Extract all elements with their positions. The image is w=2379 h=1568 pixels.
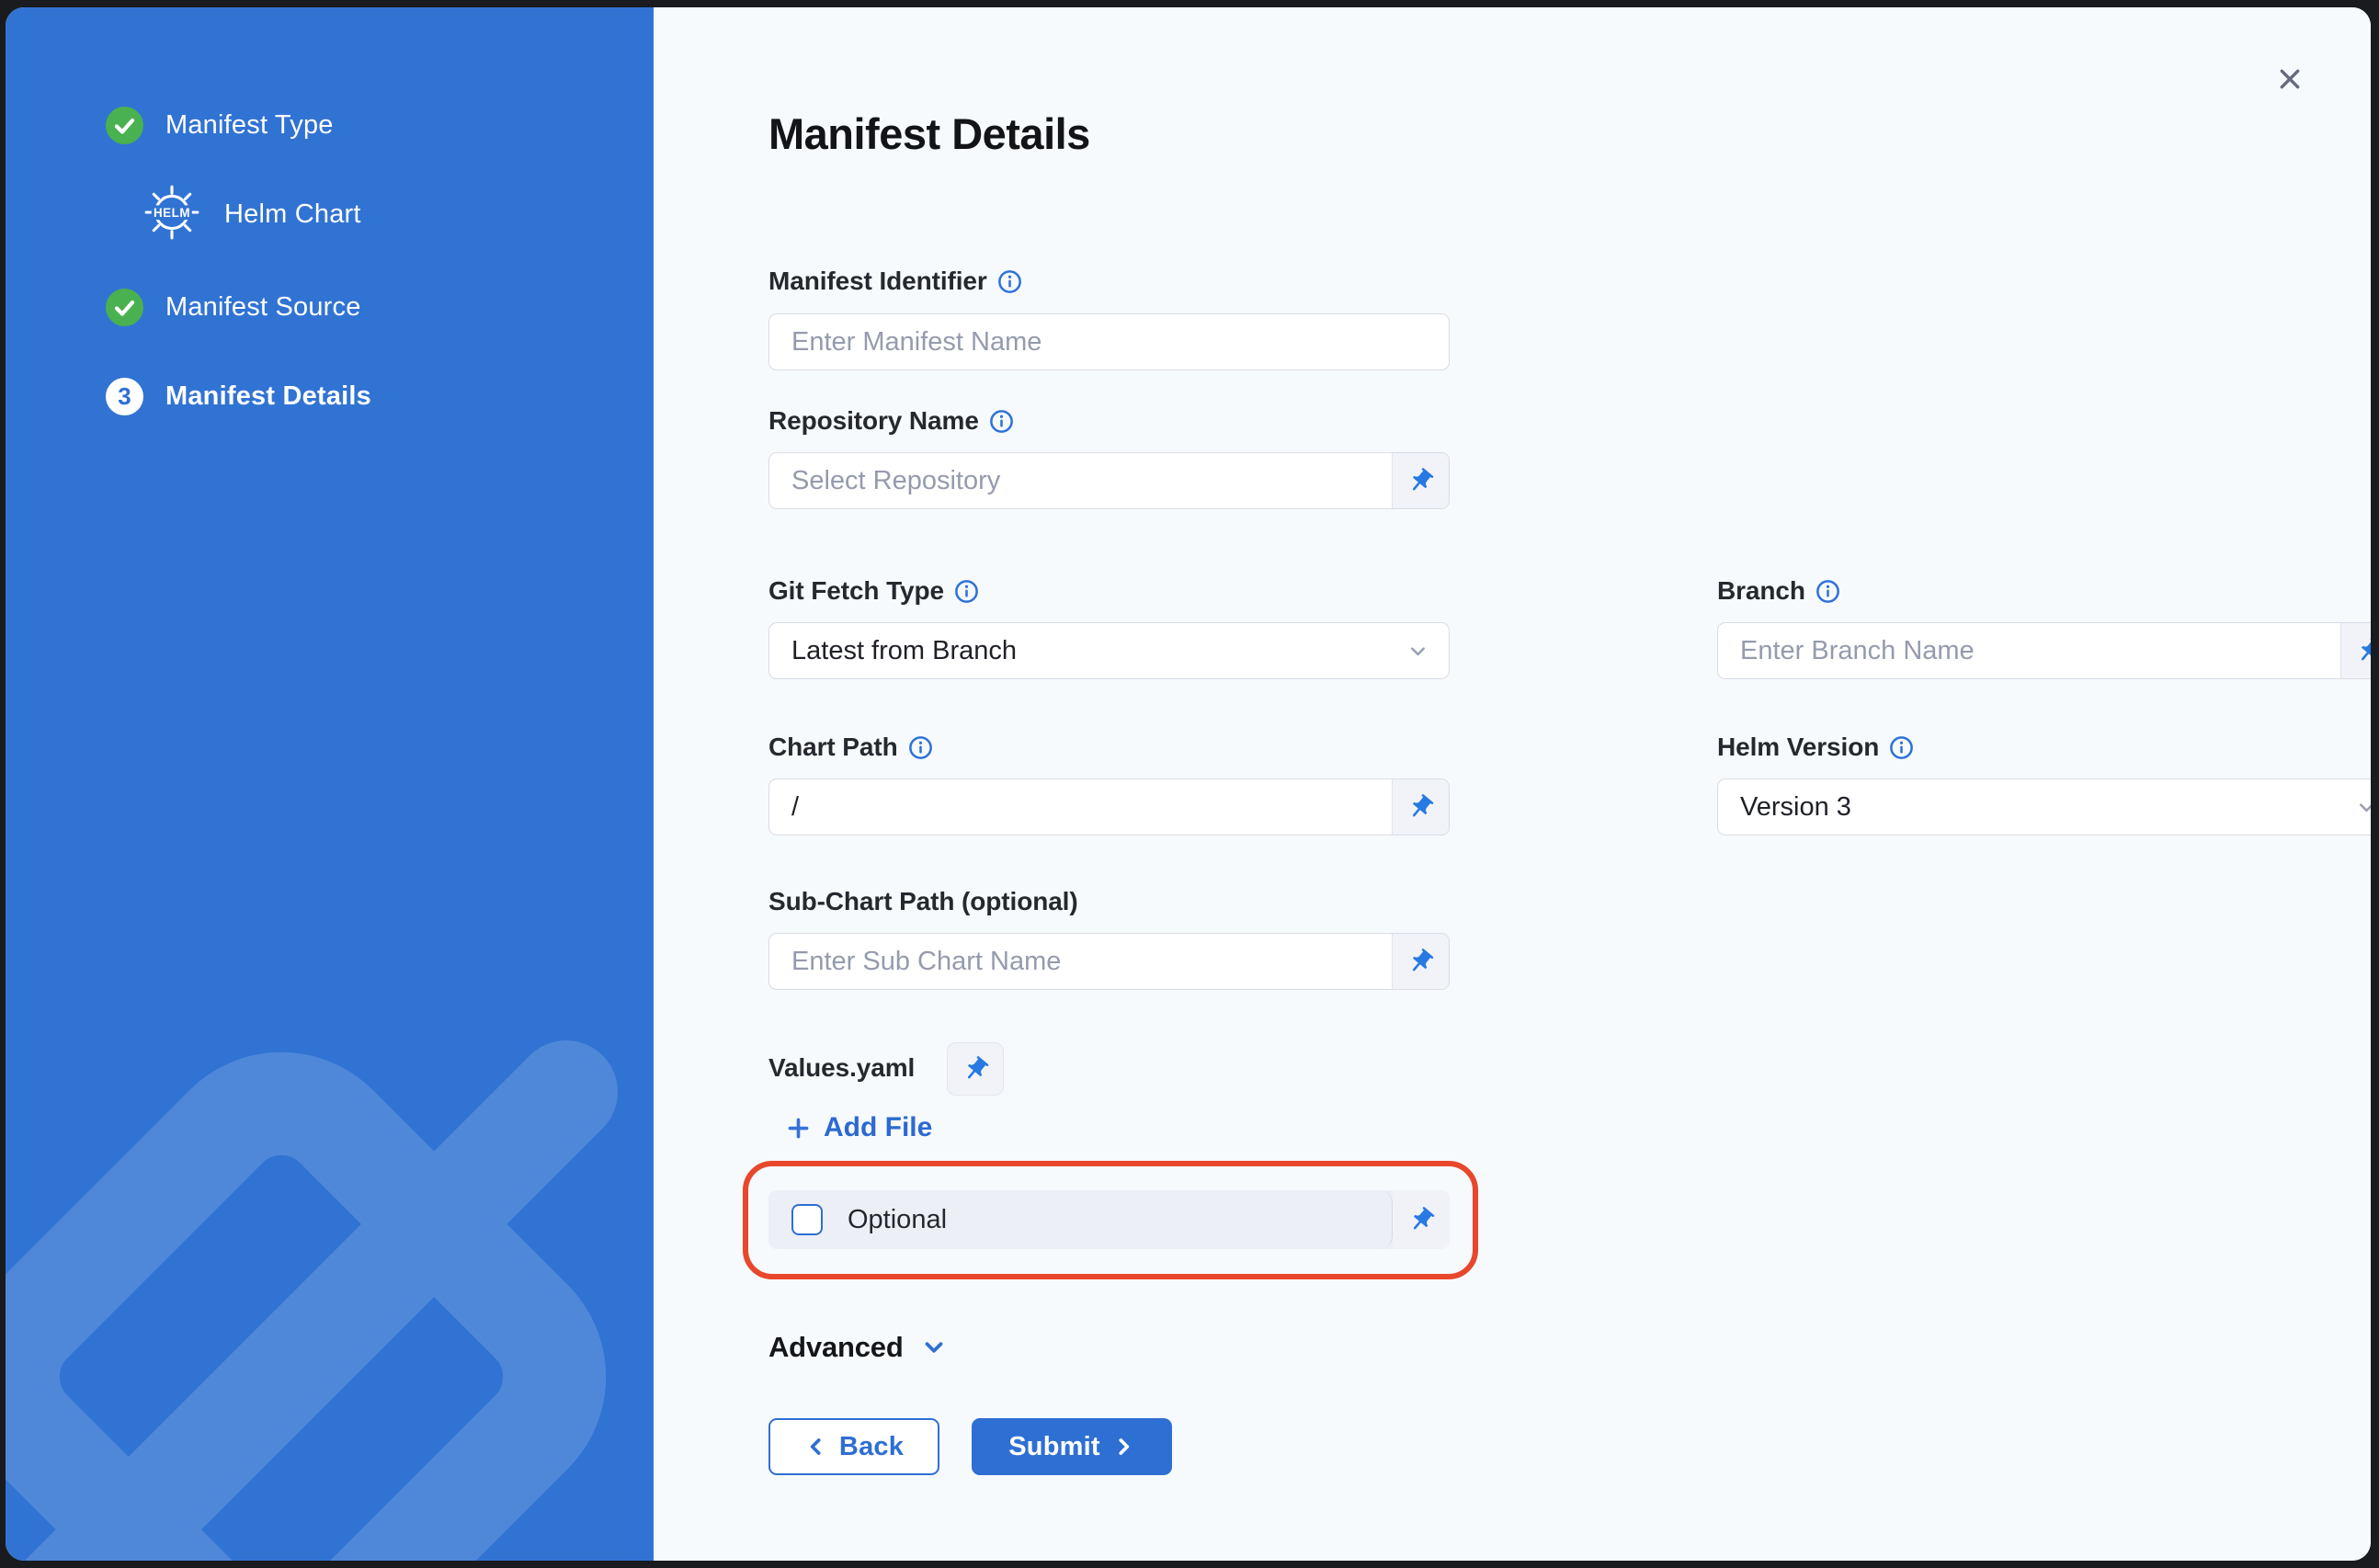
step-label-manifest-details: Manifest Details bbox=[165, 381, 371, 412]
repository-name-input[interactable] bbox=[769, 453, 1392, 508]
helm-version-label-row: Helm Version bbox=[1717, 733, 1914, 762]
pin-button[interactable] bbox=[1392, 934, 1449, 989]
helm-version-label: Helm Version bbox=[1717, 733, 1879, 762]
repository-name-label-row: Repository Name bbox=[768, 406, 1014, 436]
helm-version-select[interactable]: Version 3 bbox=[1717, 778, 2371, 835]
harness-logo-watermark bbox=[6, 963, 654, 1561]
optional-checkbox[interactable] bbox=[791, 1204, 823, 1235]
helm-icon: HELM bbox=[142, 182, 202, 247]
sub-chart-path-field bbox=[768, 933, 1450, 990]
git-fetch-type-label: Git Fetch Type bbox=[768, 576, 944, 606]
manifest-identifier-label: Manifest Identifier bbox=[768, 267, 987, 296]
step-number-badge: 3 bbox=[106, 378, 143, 415]
pin-button[interactable] bbox=[1393, 1190, 1450, 1249]
chevron-right-icon bbox=[1111, 1435, 1135, 1459]
step-complete-icon bbox=[106, 289, 143, 326]
step-complete-icon bbox=[106, 107, 143, 144]
branch-label: Branch bbox=[1717, 576, 1805, 606]
submit-button[interactable]: Submit bbox=[972, 1418, 1172, 1475]
plus-icon bbox=[785, 1115, 812, 1142]
manifest-identifier-label-row: Manifest Identifier bbox=[768, 267, 1022, 296]
pin-button[interactable] bbox=[2340, 623, 2371, 678]
pin-icon bbox=[1406, 948, 1435, 976]
wizard-sidebar: Manifest Type HELM bbox=[6, 7, 654, 1561]
optional-checkbox-area: Optional bbox=[768, 1190, 1393, 1249]
sub-chart-path-input[interactable] bbox=[769, 934, 1392, 989]
page-title: Manifest Details bbox=[768, 108, 1090, 159]
chart-path-label-row: Chart Path bbox=[768, 733, 933, 762]
branch-input[interactable] bbox=[1718, 623, 2340, 678]
back-button[interactable]: Back bbox=[768, 1418, 939, 1475]
sidebar-item-helm-chart[interactable]: HELM Helm Chart bbox=[142, 182, 361, 247]
git-fetch-type-select[interactable]: Latest from Branch bbox=[768, 622, 1450, 679]
git-fetch-type-value: Latest from Branch bbox=[791, 636, 1017, 666]
chevron-down-icon bbox=[2354, 795, 2371, 820]
branch-field bbox=[1717, 622, 2371, 679]
repository-name-field bbox=[768, 452, 1450, 509]
sub-chart-path-label-row: Sub-Chart Path (optional) bbox=[768, 887, 1078, 916]
info-icon[interactable] bbox=[1816, 579, 1840, 604]
chart-path-label: Chart Path bbox=[768, 733, 898, 762]
info-icon[interactable] bbox=[989, 409, 1014, 434]
pin-icon bbox=[1406, 793, 1435, 822]
chevron-down-icon bbox=[1406, 639, 1430, 664]
back-label: Back bbox=[839, 1432, 904, 1462]
add-file-button[interactable]: Add File bbox=[785, 1112, 932, 1143]
advanced-label: Advanced bbox=[768, 1331, 904, 1364]
advanced-toggle[interactable]: Advanced bbox=[768, 1331, 948, 1364]
chart-path-field bbox=[768, 778, 1450, 835]
values-yaml-label-row: Values.yaml bbox=[768, 1053, 915, 1083]
chevron-down-icon bbox=[920, 1334, 948, 1361]
pin-icon bbox=[962, 1055, 990, 1084]
manifest-identifier-input[interactable] bbox=[769, 314, 1449, 369]
step-label-manifest-type: Manifest Type bbox=[165, 110, 334, 141]
add-file-label: Add File bbox=[824, 1112, 932, 1143]
values-yaml-label: Values.yaml bbox=[768, 1053, 915, 1083]
chevron-left-icon bbox=[804, 1435, 828, 1459]
pin-icon bbox=[1407, 1206, 1436, 1234]
svg-text:HELM: HELM bbox=[154, 206, 190, 220]
manifest-wizard-modal: Manifest Type HELM bbox=[6, 7, 2371, 1561]
pin-icon bbox=[1406, 467, 1435, 495]
pin-icon bbox=[2355, 637, 2371, 665]
info-icon[interactable] bbox=[954, 579, 979, 604]
optional-field-row: Optional bbox=[768, 1190, 1450, 1249]
info-icon[interactable] bbox=[997, 269, 1022, 294]
chart-path-input[interactable] bbox=[769, 779, 1392, 835]
sidebar-step-manifest-details[interactable]: 3 Manifest Details bbox=[106, 378, 371, 415]
submit-label: Submit bbox=[1008, 1432, 1099, 1462]
manifest-identifier-field bbox=[768, 313, 1450, 370]
values-yaml-pin-button[interactable] bbox=[947, 1042, 1004, 1096]
helm-chart-label: Helm Chart bbox=[224, 199, 361, 230]
step-label-manifest-source: Manifest Source bbox=[165, 292, 361, 323]
optional-label: Optional bbox=[848, 1205, 947, 1235]
pin-button[interactable] bbox=[1392, 453, 1449, 508]
sidebar-step-manifest-type[interactable]: Manifest Type bbox=[106, 107, 334, 144]
branch-label-row: Branch bbox=[1717, 576, 1840, 606]
info-icon[interactable] bbox=[1889, 735, 1914, 760]
info-icon[interactable] bbox=[908, 735, 933, 760]
git-fetch-type-label-row: Git Fetch Type bbox=[768, 576, 979, 606]
manifest-details-panel: Manifest Details Manifest Identifier Rep… bbox=[654, 7, 2371, 1561]
sidebar-step-manifest-source[interactable]: Manifest Source bbox=[106, 289, 361, 326]
close-button[interactable] bbox=[2270, 59, 2310, 99]
helm-version-value: Version 3 bbox=[1740, 792, 1851, 823]
pin-button[interactable] bbox=[1392, 779, 1449, 835]
repository-name-label: Repository Name bbox=[768, 406, 979, 436]
sub-chart-path-label: Sub-Chart Path (optional) bbox=[768, 887, 1078, 916]
close-icon bbox=[2275, 64, 2305, 94]
